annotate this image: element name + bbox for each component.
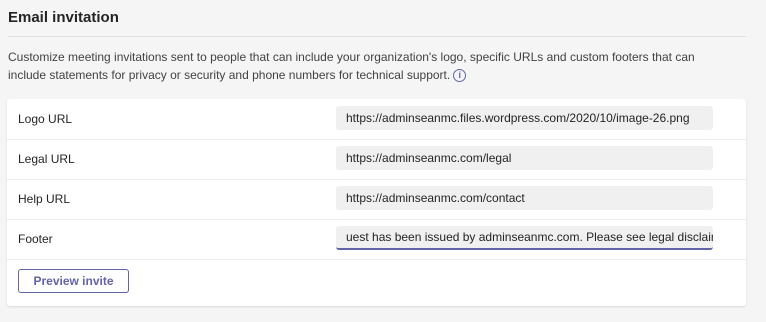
info-icon[interactable]: i [453,69,467,82]
logo-url-input[interactable]: https://adminseanmc.files.wordpress.com/… [336,106,713,130]
help-url-label: Help URL [18,192,71,206]
settings-card: Logo URL https://adminseanmc.files.wordp… [7,99,746,306]
footer-input[interactable]: uest has been issued by adminseanmc.com.… [336,226,713,250]
legal-url-input[interactable]: https://adminseanmc.com/legal [336,146,713,170]
preview-invite-button[interactable]: Preview invite [18,269,129,293]
legal-url-row: Legal URL https://adminseanmc.com/legal [7,139,746,180]
footer-label: Footer [18,232,53,246]
help-url-row: Help URL https://adminseanmc.com/contact [7,179,746,220]
footer-row: Footer uest has been issued by adminsean… [7,219,746,260]
section-description: Customize meeting invitations sent to pe… [8,48,728,84]
section-title: Email invitation [8,9,119,26]
description-text: Customize meeting invitations sent to pe… [8,50,695,82]
logo-url-label: Logo URL [18,112,73,126]
legal-url-label: Legal URL [18,152,75,166]
help-url-input[interactable]: https://adminseanmc.com/contact [336,186,713,210]
title-divider [8,36,746,37]
logo-url-row: Logo URL https://adminseanmc.files.wordp… [7,99,746,140]
